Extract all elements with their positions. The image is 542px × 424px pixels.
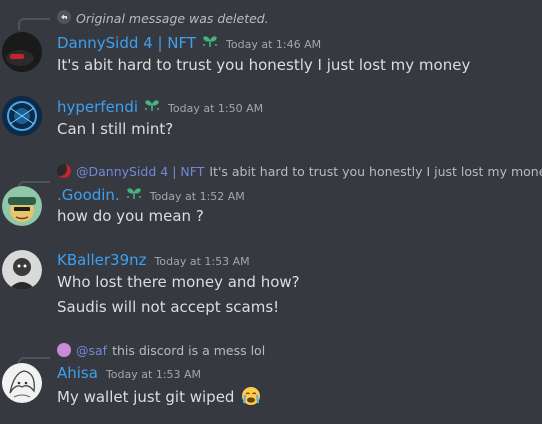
message-text: Can I still mint? [57,120,174,138]
message-text: Who lost there money and how? [57,273,300,291]
reply-preview[interactable]: @saf this discord is a mess lol [57,341,265,359]
message-header: .Goodin. Today at 1:52 AM [57,186,245,206]
avatar[interactable] [2,96,42,136]
avatar[interactable] [2,32,42,72]
reply-text: It's abit hard to trust you honestly I j… [209,163,542,179]
message-text: It's abit hard to trust you honestly I j… [57,56,471,74]
username[interactable]: hyperfendi [57,98,138,116]
message-header: hyperfendi Today at 1:50 AM [57,98,263,118]
reply-preview[interactable]: @DannySidd 4 | NFT It's abit hard to tru… [57,162,542,180]
timestamp[interactable]: Today at 1:52 AM [150,190,245,203]
reply-avatar [57,343,71,357]
timestamp[interactable]: Today at 1:50 AM [168,102,263,115]
timestamp[interactable]: Today at 1:53 AM [106,368,201,381]
avatar[interactable] [2,363,42,403]
sprout-icon[interactable] [202,34,218,52]
reply-avatar [57,164,71,178]
message-header: Ahisa Today at 1:53 AM [57,364,201,384]
sprout-icon[interactable] [144,98,160,116]
avatar[interactable] [2,186,42,226]
message-header: KBaller39nz Today at 1:53 AM [57,251,250,271]
message-text-content: My wallet just git wiped [57,388,235,406]
reply-mention[interactable]: @DannySidd 4 | NFT [76,164,204,179]
timestamp[interactable]: Today at 1:46 AM [226,38,321,51]
reply-connector [18,18,50,30]
message-text: Saudis will not accept scams! [57,298,280,316]
crying-face-emoji[interactable] [241,386,261,406]
reply-mention[interactable]: @saf [76,343,107,358]
username[interactable]: Ahisa [57,364,98,382]
sprout-icon[interactable] [126,186,142,204]
reply-text: this discord is a mess lol [112,342,266,358]
username[interactable]: .Goodin. [57,186,120,204]
reply-preview[interactable]: Original message was deleted. [57,9,269,27]
timestamp[interactable]: Today at 1:53 AM [155,255,250,268]
message-text: My wallet just git wiped [57,386,261,406]
message-text: how do you mean ? [57,207,204,225]
reply-arrow-icon [57,9,71,27]
username[interactable]: KBaller39nz [57,251,147,269]
username[interactable]: DannySidd 4 | NFT [57,34,196,52]
reply-text: Original message was deleted. [76,10,269,26]
message-header: DannySidd 4 | NFT Today at 1:46 AM [57,34,321,54]
avatar[interactable] [2,250,42,290]
